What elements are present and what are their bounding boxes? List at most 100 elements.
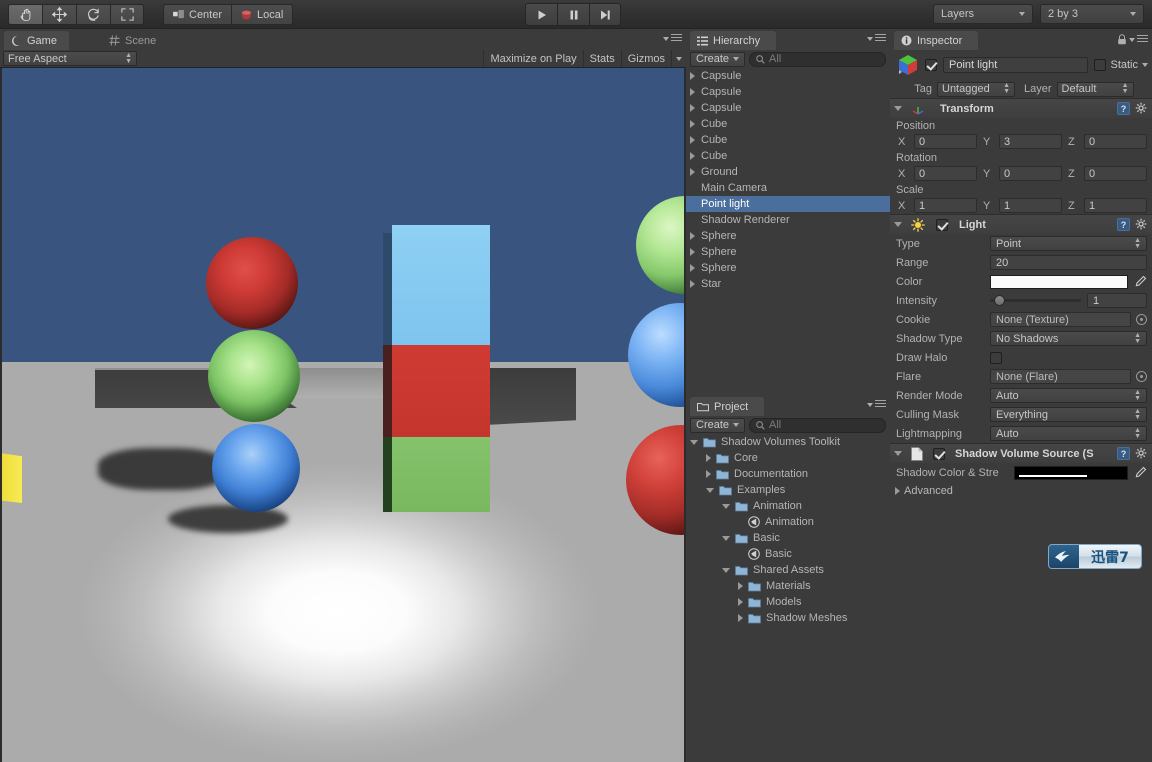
- expand-arrow-icon[interactable]: [706, 470, 711, 478]
- scale-z-input[interactable]: 1: [1084, 198, 1147, 213]
- game-view-options[interactable]: [663, 34, 682, 43]
- collapse-arrow-icon[interactable]: [706, 487, 714, 493]
- hand-tool-button[interactable]: [8, 4, 42, 25]
- project-item-shared-assets[interactable]: Shared Assets: [686, 562, 890, 578]
- hierarchy-tree[interactable]: Capsule Capsule Capsule Cube Cube Cube Ground M…: [686, 68, 890, 395]
- project-item-shadow-volumes-toolkit[interactable]: Shadow Volumes Toolkit: [686, 434, 890, 450]
- gear-icon[interactable]: [1135, 102, 1148, 115]
- layout-dropdown[interactable]: 2 by 3: [1040, 4, 1144, 24]
- tab-scene[interactable]: Scene: [101, 31, 168, 50]
- foldout-arrow-icon[interactable]: [895, 487, 900, 495]
- expand-arrow-icon[interactable]: [690, 136, 695, 144]
- hierarchy-item-shadow-renderer[interactable]: Shadow Renderer: [686, 212, 890, 228]
- hierarchy-item-point-light[interactable]: Point light: [686, 196, 890, 212]
- rotation-z-input[interactable]: 0: [1084, 166, 1147, 181]
- project-item-models[interactable]: Models: [686, 594, 890, 610]
- play-button[interactable]: [525, 3, 557, 26]
- chevron-down-icon[interactable]: [1142, 63, 1148, 67]
- expand-arrow-icon[interactable]: [738, 598, 743, 606]
- hierarchy-item-sphere[interactable]: Sphere: [686, 260, 890, 276]
- project-item-examples[interactable]: Examples: [686, 482, 890, 498]
- help-icon[interactable]: ?: [1117, 218, 1130, 231]
- project-item-documentation[interactable]: Documentation: [686, 466, 890, 482]
- project-item-materials[interactable]: Materials: [686, 578, 890, 594]
- move-tool-button[interactable]: [42, 4, 76, 25]
- rotation-y-input[interactable]: 0: [999, 166, 1062, 181]
- tab-game[interactable]: Game: [4, 31, 69, 50]
- static-toggle-group[interactable]: Static: [1094, 59, 1148, 71]
- hierarchy-item-main-camera[interactable]: Main Camera: [686, 180, 890, 196]
- slider-knob[interactable]: [994, 295, 1005, 306]
- light-component-header[interactable]: Light ?: [890, 215, 1152, 234]
- object-picker-icon[interactable]: [1136, 314, 1147, 325]
- hierarchy-item-capsule[interactable]: Capsule: [686, 68, 890, 84]
- game-render-viewport[interactable]: [0, 68, 686, 762]
- hierarchy-item-ground[interactable]: Ground: [686, 164, 890, 180]
- stats-toggle[interactable]: Stats: [582, 50, 621, 67]
- expand-arrow-icon[interactable]: [690, 248, 695, 256]
- gear-icon[interactable]: [1135, 447, 1148, 460]
- hierarchy-item-sphere[interactable]: Sphere: [686, 244, 890, 260]
- expand-arrow-icon[interactable]: [706, 454, 711, 462]
- project-item-animation[interactable]: Animation: [686, 514, 890, 530]
- tag-dropdown[interactable]: Untagged ▲ ▼: [937, 81, 1015, 97]
- step-button[interactable]: [589, 3, 621, 26]
- light-prop-lightmapping-dropdown[interactable]: Auto ▲ ▼: [990, 426, 1147, 441]
- position-x-input[interactable]: 0: [914, 134, 977, 149]
- static-checkbox[interactable]: [1094, 59, 1107, 71]
- light-prop-flare-objectfield[interactable]: None (Flare): [990, 369, 1131, 384]
- hierarchy-search-input[interactable]: All: [749, 51, 886, 67]
- scale-x-input[interactable]: 1: [914, 198, 977, 213]
- position-z-input[interactable]: 0: [1084, 134, 1147, 149]
- gizmos-dropdown[interactable]: [671, 50, 686, 67]
- light-prop-shadow-type-dropdown[interactable]: No Shadows ▲ ▼: [990, 331, 1147, 346]
- light-enabled-checkbox[interactable]: [936, 218, 948, 231]
- eyedropper-icon[interactable]: [1133, 466, 1147, 480]
- pause-button[interactable]: [557, 3, 589, 26]
- expand-arrow-icon[interactable]: [690, 264, 695, 272]
- expand-arrow-icon[interactable]: [690, 120, 695, 128]
- light-prop-type-dropdown[interactable]: Point ▲ ▼: [990, 236, 1147, 251]
- project-item-basic[interactable]: Basic: [686, 546, 890, 562]
- project-item-basic[interactable]: Basic: [686, 530, 890, 546]
- project-item-animation[interactable]: Animation: [686, 498, 890, 514]
- shadow-color-swatch[interactable]: [1014, 465, 1128, 480]
- help-icon[interactable]: ?: [1117, 102, 1130, 115]
- foldout-arrow-icon[interactable]: [894, 222, 902, 227]
- tab-hierarchy[interactable]: Hierarchy: [690, 31, 777, 50]
- gear-icon[interactable]: [1135, 218, 1148, 231]
- expand-arrow-icon[interactable]: [690, 72, 695, 80]
- shadow-volume-enabled-checkbox[interactable]: [933, 447, 945, 460]
- hierarchy-create-button[interactable]: Create: [690, 51, 746, 67]
- project-options[interactable]: [867, 400, 886, 409]
- foldout-arrow-icon[interactable]: [894, 106, 902, 111]
- collapse-arrow-icon[interactable]: [722, 567, 730, 573]
- help-icon[interactable]: ?: [1117, 447, 1130, 460]
- expand-arrow-icon[interactable]: [738, 582, 743, 590]
- light-prop-cookie-objectfield[interactable]: None (Texture): [990, 312, 1131, 327]
- gameobject-name-input[interactable]: Point light: [943, 57, 1089, 73]
- light-prop-draw-halo-checkbox[interactable]: [990, 351, 1002, 364]
- position-y-input[interactable]: 3: [999, 134, 1062, 149]
- rotation-x-input[interactable]: 0: [914, 166, 977, 181]
- collapse-arrow-icon[interactable]: [690, 439, 698, 445]
- hierarchy-item-cube[interactable]: Cube: [686, 116, 890, 132]
- advanced-foldout[interactable]: Advanced: [890, 482, 1152, 500]
- hierarchy-item-cube[interactable]: Cube: [686, 132, 890, 148]
- light-prop-color-swatch[interactable]: [990, 274, 1128, 289]
- foldout-arrow-icon[interactable]: [894, 451, 902, 456]
- project-tree[interactable]: Shadow Volumes Toolkit Core Documentation E…: [686, 434, 890, 762]
- project-search-input[interactable]: All: [749, 417, 886, 433]
- pivot-rotation-button[interactable]: Local: [231, 4, 294, 25]
- collapse-arrow-icon[interactable]: [722, 503, 730, 509]
- hierarchy-item-capsule[interactable]: Capsule: [686, 100, 890, 116]
- tab-project[interactable]: Project: [690, 397, 765, 416]
- slider-track[interactable]: [990, 295, 1081, 306]
- expand-arrow-icon[interactable]: [690, 88, 695, 96]
- project-create-button[interactable]: Create: [690, 417, 746, 433]
- expand-arrow-icon[interactable]: [690, 168, 695, 176]
- hierarchy-item-cube[interactable]: Cube: [686, 148, 890, 164]
- layer-dropdown[interactable]: Default ▲ ▼: [1056, 81, 1134, 97]
- hierarchy-options[interactable]: [867, 34, 886, 43]
- light-prop-render-mode-dropdown[interactable]: Auto ▲ ▼: [990, 388, 1147, 403]
